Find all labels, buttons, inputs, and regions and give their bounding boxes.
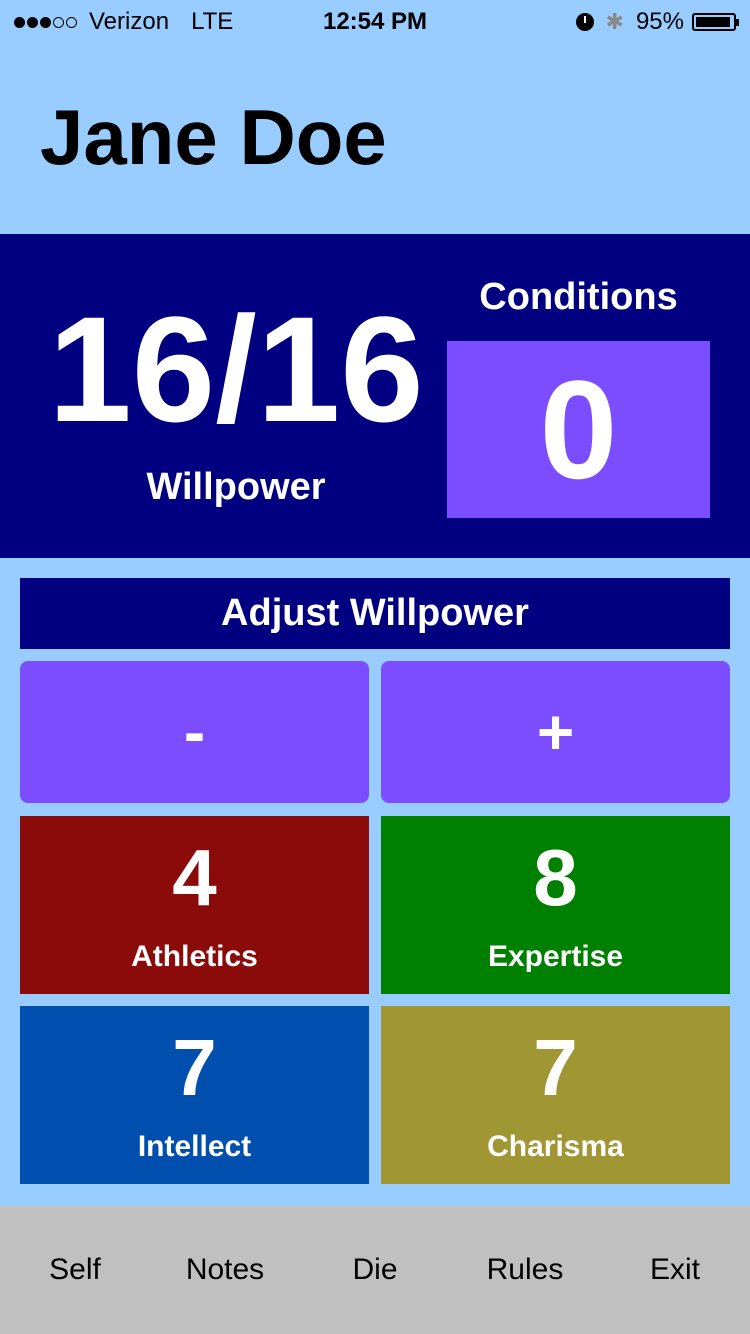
adjust-willpower-header: Adjust Willpower [20,578,730,649]
tab-exit[interactable]: Exit [600,1253,750,1287]
bluetooth-icon: ✱ [605,9,624,34]
status-right: ✱ 95% [575,8,739,36]
conditions-value[interactable]: 0 [447,341,710,518]
attribute-charisma[interactable]: 7 Charisma [381,1006,730,1184]
tab-self[interactable]: Self [0,1253,150,1287]
tab-die[interactable]: Die [300,1253,450,1287]
attribute-value: 7 [533,1023,578,1112]
alarm-icon [575,13,594,31]
tab-notes[interactable]: Notes [150,1253,300,1287]
stats-panel: 16/16 Willpower Conditions 0 [0,234,750,558]
conditions-label: Conditions [479,276,678,318]
attribute-value: 4 [172,833,217,922]
attribute-value: 7 [172,1023,217,1112]
tab-rules[interactable]: Rules [450,1253,600,1287]
increase-willpower-button[interactable]: + [381,661,730,803]
battery-fill [696,17,731,27]
character-name: Jane Doe [40,93,387,181]
attribute-athletics[interactable]: 4 Athletics [20,816,369,994]
willpower-value: 16/16 [48,285,424,453]
willpower-label: Willpower [146,466,326,508]
attribute-label: Athletics [131,940,258,973]
battery-percent: 95% [635,8,684,35]
attribute-value: 8 [533,833,578,922]
attribute-intellect[interactable]: 7 Intellect [20,1006,369,1184]
attribute-label: Intellect [137,1130,252,1163]
attribute-label: Expertise [487,940,624,973]
status-bar: Verizon LTE 12:54 PM ✱ 95% [0,0,750,42]
decrease-willpower-button[interactable]: - [20,661,369,803]
attribute-expertise[interactable]: 8 Expertise [381,816,730,994]
tab-bar: Self Notes Die Rules Exit [0,1206,750,1334]
battery-icon [692,13,739,31]
attribute-label: Charisma [487,1130,624,1163]
